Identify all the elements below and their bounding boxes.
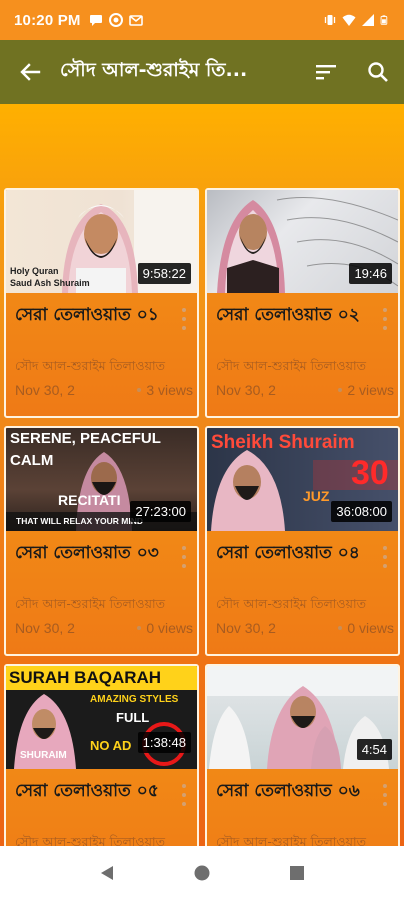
separator-dot [338,388,343,392]
video-thumbnail[interactable]: Sheikh Shuraim JUZ 30 36:08:00 [207,428,398,531]
more-options-icon[interactable] [380,784,390,806]
thumb-caption-line: SURAH BAQARAH [9,668,162,687]
video-title[interactable]: সেরা তেলাওয়াত ০১ [15,302,165,328]
thumb-caption-line: AMAZING STYLES [90,694,179,705]
page-title: সৌদ আল-শুরাইম তি... [60,59,248,81]
nav-recents-button[interactable] [277,853,317,893]
separator-dot [338,626,343,630]
channel-name: সৌদ আল-শুরাইম তিলাওয়াত [15,834,165,846]
separator-dot [137,626,142,630]
video-title[interactable]: সেরা তেলাওয়াত ০৪ [216,540,366,566]
video-duration: 36:08:00 [331,501,392,522]
video-thumbnail[interactable]: Holy Quran Saud Ash Shuraim 9:58:22 [6,190,197,293]
video-card[interactable]: Holy Quran Saud Ash Shuraim 9:58:22 সেরা… [4,188,199,418]
video-duration: 4:54 [356,739,392,760]
nav-home-circle-icon [194,865,210,881]
more-options-icon[interactable] [179,308,189,330]
video-duration: 1:38:48 [137,732,191,753]
channel-name: সৌদ আল-শুরাইম তিলাওয়াত [15,596,165,611]
upload-date: Nov 30, 2 [15,382,75,398]
view-count: 2 views [347,382,394,398]
video-card[interactable]: 4:54 সেরা তেলাওয়াত ০৬ সৌদ আল-শুরাইম তিল… [205,664,400,846]
gmail-icon [128,15,143,26]
thumb-caption-line: CALM [10,452,54,469]
view-count-group: 3 views [137,382,193,398]
sort-icon [316,65,336,80]
signal-icon [362,14,374,26]
video-card[interactable]: Sheikh Shuraim JUZ 30 36:08:00 সেরা তেলা… [205,426,400,656]
thumb-caption-line: Saud Ash Shuraim [10,278,90,288]
thumb-caption-line: THAT WILL RELAX YOUR MIND [16,516,144,526]
search-icon [368,62,388,82]
chat-bubble-icon [89,15,102,26]
nav-recents-square-icon [289,866,304,880]
more-options-icon[interactable] [179,784,189,806]
view-count-group: 0 views [338,620,394,636]
channel-name: সৌদ আল-শুরাইম তিলাওয়াত [216,358,366,373]
video-grid: Holy Quran Saud Ash Shuraim 9:58:22 সেরা… [4,188,400,846]
channel-name: সৌদ আল-শুরাইম তিলাওয়াত [15,358,165,373]
video-meta: Nov 30, 2 2 views [216,382,394,398]
video-meta: Nov 30, 2 0 views [15,620,193,636]
video-thumbnail[interactable]: SURAH BAQARAH AMAZING STYLES FULL NO AD … [6,666,197,769]
video-card[interactable]: SERENE, PEACEFUL CALM RECITATI THAT WILL… [4,426,199,656]
video-duration: 19:46 [349,263,392,284]
view-count: 0 views [347,620,394,636]
wifi-icon [342,14,356,26]
back-arrow-icon [20,63,41,81]
search-button[interactable] [352,40,404,104]
more-options-icon[interactable] [380,546,390,568]
battery-icon [380,15,388,25]
more-options-icon[interactable] [380,308,390,330]
video-title[interactable]: সেরা তেলাওয়াত ০৬ [216,778,366,804]
video-meta: Nov 30, 2 3 views [15,382,193,398]
sort-button[interactable] [300,40,352,104]
view-count: 3 views [146,382,193,398]
app-bar-actions [300,40,404,104]
video-duration: 27:23:00 [130,501,191,522]
upload-date: Nov 30, 2 [216,382,276,398]
system-nav-bar [0,846,404,900]
nav-back-button[interactable] [87,853,127,893]
channel-name: সৌদ আল-শুরাইম তিলাওয়াত [216,596,366,611]
vibrate-icon [324,15,336,25]
video-title[interactable]: সেরা তেলাওয়াত ০২ [216,302,366,328]
thumb-caption-line: SHURAIM [20,750,67,761]
thumb-caption-line: SERENE, PEACEFUL [10,430,161,447]
thumb-caption-line: Holy Quran [10,266,59,276]
video-meta: Nov 30, 2 0 views [216,620,394,636]
view-count: 0 views [146,620,193,636]
nav-home-button[interactable] [182,853,222,893]
video-list[interactable]: Holy Quran Saud Ash Shuraim 9:58:22 সেরা… [0,104,404,846]
upload-date: Nov 30, 2 [15,620,75,636]
video-thumbnail[interactable]: SERENE, PEACEFUL CALM RECITATI THAT WILL… [6,428,197,531]
thumb-caption-line: JUZ [303,488,330,504]
video-thumbnail[interactable]: 4:54 [207,666,398,769]
back-button[interactable] [0,40,60,104]
channel-name: সৌদ আল-শুরাইম তিলাওয়াত [216,834,366,846]
thumb-caption-line: NO AD [90,738,132,753]
status-bar: 10:20 PM [0,0,404,40]
thumb-caption-line: 30 [351,454,389,492]
thumb-caption-line: FULL [116,710,150,725]
video-title[interactable]: সেরা তেলাওয়াত ০৩ [15,540,165,566]
more-options-icon[interactable] [179,546,189,568]
thumb-caption-line: Sheikh Shuraim [211,432,355,453]
nav-back-triangle-icon [101,866,114,880]
video-card[interactable]: SURAH BAQARAH AMAZING STYLES FULL NO AD … [4,664,199,846]
view-count-group: 2 views [338,382,394,398]
view-count-group: 0 views [137,620,193,636]
status-system-icons [323,13,390,27]
video-title[interactable]: সেরা তেলাওয়াত ০৫ [15,778,165,804]
target-icon [108,13,123,27]
status-time: 10:20 PM [14,11,81,29]
thumb-caption-line: RECITATI [58,492,121,508]
video-thumbnail[interactable]: 19:46 [207,190,398,293]
video-duration: 9:58:22 [137,263,191,284]
app-bar: সৌদ আল-শুরাইম তি... [0,40,404,104]
status-notification-icons [89,13,143,27]
upload-date: Nov 30, 2 [216,620,276,636]
separator-dot [137,388,142,392]
video-card[interactable]: 19:46 সেরা তেলাওয়াত ০২ সৌদ আল-শুরাইম তি… [205,188,400,418]
